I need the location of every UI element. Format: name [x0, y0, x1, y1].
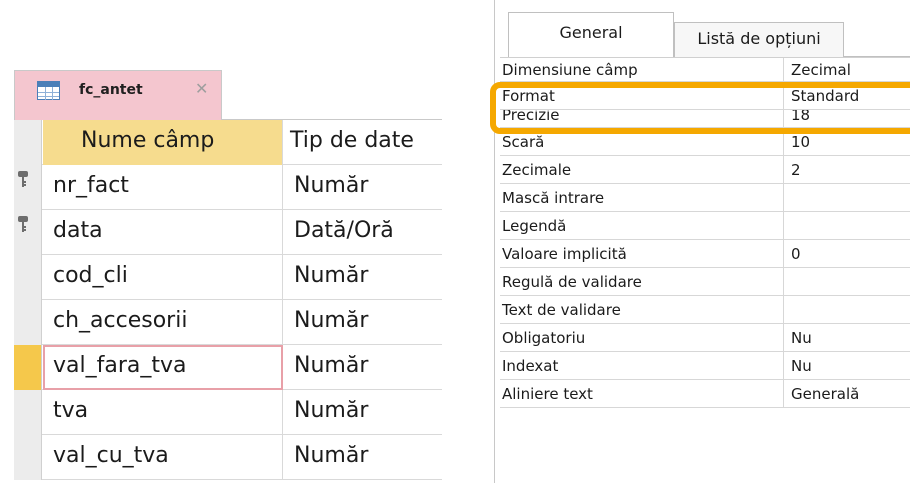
properties-tab-bar: General Listă de opțiuni	[494, 12, 910, 57]
property-row-indexed[interactable]: Indexat Nu	[500, 352, 910, 380]
field-name-cell[interactable]: nr_fact	[43, 165, 283, 210]
properties-grid: Dimensiune câmp Zecimal Format Standard …	[500, 57, 910, 408]
data-type-cell[interactable]: Număr	[284, 345, 442, 390]
property-row-input-mask[interactable]: Mască intrare	[500, 184, 910, 212]
property-value-input[interactable]: Nu	[785, 324, 910, 352]
property-name: Zecimale	[500, 156, 784, 184]
close-icon[interactable]: ✕	[195, 79, 208, 98]
header-row-selector	[14, 120, 42, 165]
property-name: Obligatoriu	[500, 324, 784, 352]
property-value-input[interactable]	[785, 296, 910, 324]
property-name: Regulă de validare	[500, 268, 784, 296]
field-row[interactable]: data Dată/Oră	[14, 210, 442, 255]
field-name-cell[interactable]: tva	[43, 390, 283, 435]
property-name: Mască intrare	[500, 184, 784, 212]
property-name: Text de validare	[500, 296, 784, 324]
primary-key-icon	[18, 216, 28, 232]
primary-key-icon	[18, 171, 28, 187]
property-row-validation-rule[interactable]: Regulă de validare	[500, 268, 910, 296]
table-design-pane: fc_antet ✕ Nume câmp Tip de date nr_fact…	[0, 0, 442, 483]
data-type-cell[interactable]: Număr	[284, 435, 442, 480]
field-name-cell[interactable]: ch_accesorii	[43, 300, 283, 345]
row-selector[interactable]	[14, 165, 42, 210]
property-value-input[interactable]: Zecimal	[785, 58, 910, 82]
data-type-cell[interactable]: Număr	[284, 390, 442, 435]
property-value-input[interactable]: 0	[785, 240, 910, 268]
property-row-decimals[interactable]: Zecimale 2	[500, 156, 910, 184]
field-name-cell[interactable]: val_fara_tva	[43, 345, 283, 390]
row-selector[interactable]	[14, 210, 42, 255]
property-name: Dimensiune câmp	[500, 58, 784, 82]
row-selector[interactable]	[14, 390, 42, 435]
tab-general[interactable]: General	[508, 12, 674, 57]
property-name: Format	[500, 82, 784, 110]
property-row-precision[interactable]: Precizie 18	[500, 110, 910, 128]
field-row[interactable]: tva Număr	[14, 390, 442, 435]
field-row[interactable]: nr_fact Număr	[14, 165, 442, 210]
data-type-cell[interactable]: Număr	[284, 255, 442, 300]
field-row[interactable]: val_cu_tva Număr	[14, 435, 442, 480]
property-row-format[interactable]: Format Standard	[500, 82, 910, 110]
field-row[interactable]: ch_accesorii Număr	[14, 300, 442, 345]
data-type-cell[interactable]: Număr	[284, 165, 442, 210]
field-row-current[interactable]: val_fara_tva Număr	[14, 345, 442, 390]
property-row-scale[interactable]: Scară 10	[500, 128, 910, 156]
design-grid-header: Nume câmp Tip de date	[14, 120, 442, 165]
property-row-required[interactable]: Obligatoriu Nu	[500, 324, 910, 352]
property-value-input[interactable]	[785, 268, 910, 296]
property-row-default-value[interactable]: Valoare implicită 0	[500, 240, 910, 268]
field-properties-pane: General Listă de opțiuni Dimensiune câmp…	[494, 0, 910, 483]
property-name: Valoare implicită	[500, 240, 784, 268]
row-selector[interactable]	[14, 435, 42, 480]
property-row-validation-text[interactable]: Text de validare	[500, 296, 910, 324]
data-type-cell[interactable]: Dată/Oră	[284, 210, 442, 255]
property-name: Indexat	[500, 352, 784, 380]
data-type-cell[interactable]: Număr	[284, 300, 442, 345]
document-tab-title: fc_antet	[79, 82, 143, 98]
property-row-caption[interactable]: Legendă	[500, 212, 910, 240]
property-name: Precizie	[500, 110, 784, 128]
row-selector-current[interactable]	[14, 345, 42, 390]
property-value-input[interactable]: 18	[785, 110, 910, 128]
property-value-input[interactable]: 10	[785, 128, 910, 156]
property-value-input[interactable]: Generală	[785, 380, 910, 408]
property-row-field-size[interactable]: Dimensiune câmp Zecimal	[500, 58, 910, 82]
row-selector[interactable]	[14, 255, 42, 300]
field-name-cell[interactable]: val_cu_tva	[43, 435, 283, 480]
property-value-input[interactable]	[785, 184, 910, 212]
tab-lookup[interactable]: Listă de opțiuni	[674, 22, 844, 57]
property-value-input[interactable]: Standard	[785, 82, 910, 110]
table-icon	[37, 81, 60, 100]
property-row-text-align[interactable]: Aliniere text Generală	[500, 380, 910, 408]
column-header-data-type: Tip de date	[290, 128, 414, 153]
field-row[interactable]: cod_cli Număr	[14, 255, 442, 300]
document-tab-fc-antet[interactable]: fc_antet ✕	[14, 70, 222, 120]
column-header-field-name: Nume câmp	[43, 120, 283, 165]
field-name-cell[interactable]: cod_cli	[43, 255, 283, 300]
tab-strip-background	[222, 70, 442, 120]
property-value-input[interactable]	[785, 212, 910, 240]
row-selector[interactable]	[14, 300, 42, 345]
property-value-input[interactable]: Nu	[785, 352, 910, 380]
field-design-grid: Nume câmp Tip de date nr_fact Număr data…	[14, 120, 442, 480]
property-name: Scară	[500, 128, 784, 156]
property-name: Legendă	[500, 212, 784, 240]
field-name-cell[interactable]: data	[43, 210, 283, 255]
property-value-input[interactable]: 2	[785, 156, 910, 184]
property-name: Aliniere text	[500, 380, 784, 408]
